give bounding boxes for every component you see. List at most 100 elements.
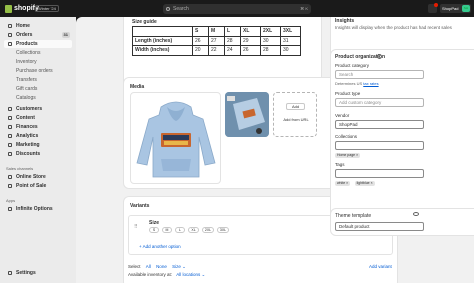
table-cell: XL <box>240 26 261 37</box>
collections-tags: Home page × <box>335 152 363 158</box>
orders-count-badge: 31 <box>61 32 70 38</box>
table-row: Length (inches) 26 27 28 29 30 31 <box>132 35 301 46</box>
person-icon <box>8 107 12 111</box>
table-cell: 3XL <box>280 26 301 37</box>
tag-icon <box>8 42 12 46</box>
sidebar-item-marketing[interactable]: Marketing <box>4 141 72 149</box>
product-organization-card: Product organization i Product category … <box>331 50 474 220</box>
product-type-label: Product type <box>335 91 361 96</box>
tags-label: Tags <box>335 162 345 167</box>
sidebar-item-analytics[interactable]: Analytics <box>4 132 72 140</box>
gear-icon <box>8 271 12 275</box>
select-all-link[interactable]: All <box>146 264 151 269</box>
sidebar-item-label: Infinite Options <box>16 206 53 212</box>
table-cell: 27 <box>208 35 225 46</box>
drag-handle-icon[interactable]: ⠿ <box>134 224 138 230</box>
shopify-logo[interactable]: shopify <box>5 4 39 13</box>
select-none-link[interactable]: None <box>156 264 167 269</box>
sidebar-item-point-of-sale[interactable]: Point of Sale <box>4 182 72 190</box>
select-row: Select All None Size ⌄ <box>128 264 186 270</box>
flatlay-image <box>225 92 269 137</box>
sidebar-item-transfers[interactable]: Transfers <box>4 76 72 84</box>
select-label: Select <box>128 264 141 269</box>
theme-template-select[interactable]: Default product <box>335 222 424 231</box>
option-values: S M L XL 2XL 3XL <box>149 227 249 234</box>
table-cell: 20 <box>192 45 209 56</box>
table-cell: Length (inches) <box>132 35 193 46</box>
table-cell: 2XL <box>260 26 281 37</box>
hoodie-image <box>136 101 216 178</box>
top-bar: shopify Winter '24 Search ⌘ K ShopPad SH <box>0 0 474 17</box>
info-icon[interactable]: i <box>377 54 382 59</box>
select-size-dropdown[interactable]: Size ⌄ <box>172 264 186 269</box>
collections-input[interactable] <box>335 141 424 150</box>
add-media-button[interactable]: Add <box>286 103 305 110</box>
search-input[interactable]: Search ⌘ K <box>163 4 311 14</box>
table-cell: S <box>192 26 209 37</box>
sidebar-item-catalogs[interactable]: Catalogs <box>4 94 72 102</box>
tag-white[interactable]: white × <box>335 181 351 186</box>
sidebar-item-orders[interactable]: Orders 31 <box>4 31 72 39</box>
sidebar-item-content[interactable]: Content <box>4 114 72 122</box>
category-help-prefix: Determines US <box>335 81 363 86</box>
option-value-pill: L <box>175 227 185 233</box>
media-title: Media <box>130 84 145 90</box>
sidebar-item-finances[interactable]: Finances <box>4 123 72 131</box>
orders-icon <box>8 33 12 37</box>
sidebar-item-label: Home <box>16 23 30 29</box>
sidebar-item-label: Orders <box>16 32 33 38</box>
size-guide-card: Size guide S M L XL 2XL 3XL Length (inch… <box>124 17 321 87</box>
product-image-flatlay[interactable] <box>225 92 269 137</box>
add-from-url-link[interactable]: Add from URL <box>274 117 318 122</box>
sidebar-item-label: Inventory <box>16 59 37 65</box>
vendor-input[interactable]: ShopPad <box>335 120 424 129</box>
add-variant-link[interactable]: Add variant <box>369 264 392 269</box>
product-type-input[interactable]: Add custom category <box>335 98 424 107</box>
product-tags: white × lightblue × <box>335 180 378 186</box>
collections-label: Collections <box>335 134 358 139</box>
sidebar-item-inventory[interactable]: Inventory <box>4 58 72 66</box>
chart-icon <box>8 134 12 138</box>
tags-input[interactable] <box>335 169 424 178</box>
sidebar-item-home[interactable]: Home <box>4 22 72 30</box>
size-guide-table[interactable]: S M L XL 2XL 3XL Length (inches) 26 27 2… <box>132 26 301 56</box>
product-category-input[interactable]: Search <box>335 70 424 79</box>
sidebar-item-label: Online Store <box>16 174 46 180</box>
table-cell: Width (inches) <box>132 45 193 56</box>
notification-dot <box>434 3 438 7</box>
eye-icon[interactable] <box>413 212 419 216</box>
media-dropzone[interactable]: Add Add from URL <box>273 92 317 137</box>
sidebar-item-online-store[interactable]: Online Store <box>4 173 72 181</box>
add-another-option-link[interactable]: + Add another option <box>139 244 181 249</box>
bank-icon <box>8 125 12 129</box>
sidebar: Home Orders 31 Products Collections Inven… <box>0 17 76 283</box>
collection-tag-home-page[interactable]: Home page × <box>335 153 361 158</box>
main-content: Size guide S M L XL 2XL 3XL Length (inch… <box>76 17 474 283</box>
sidebar-item-label: Collections <box>16 50 41 56</box>
sidebar-item-discounts[interactable]: Discounts <box>4 150 72 158</box>
table-cell: M <box>208 26 225 37</box>
store-menu-button[interactable]: ShopPad SH <box>440 4 471 13</box>
tax-rates-link[interactable]: tax rates <box>363 81 378 86</box>
all-locations-dropdown[interactable]: All locations ⌄ <box>176 272 205 277</box>
sidebar-item-label: Products <box>16 41 38 47</box>
product-category-label: Product category <box>335 63 370 68</box>
insights-text: Insights will display when the product h… <box>335 25 452 30</box>
option-name: Size <box>149 220 160 226</box>
table-cell: 31 <box>280 35 301 46</box>
sidebar-item-collections[interactable]: Collections <box>4 49 72 57</box>
option-value-pill: S <box>149 227 159 233</box>
tag-lightblue[interactable]: lightblue × <box>354 181 375 186</box>
apps-heading: Apps <box>6 198 16 203</box>
product-image-hoodie[interactable] <box>130 92 221 184</box>
sidebar-item-settings[interactable]: Settings <box>4 269 72 277</box>
sales-channels-heading: Sales channels <box>6 166 34 171</box>
sidebar-item-products[interactable]: Products <box>4 40 72 48</box>
sidebar-item-customers[interactable]: Customers <box>4 105 72 113</box>
sidebar-item-infinite-options[interactable]: Infinite Options <box>4 205 72 213</box>
sidebar-item-label: Catalogs <box>16 95 36 101</box>
sidebar-item-purchase-orders[interactable]: Purchase orders <box>4 67 72 75</box>
sidebar-item-label: Content <box>16 115 35 121</box>
sidebar-item-gift-cards[interactable]: Gift cards <box>4 85 72 93</box>
notifications-bell-icon[interactable] <box>428 3 438 13</box>
